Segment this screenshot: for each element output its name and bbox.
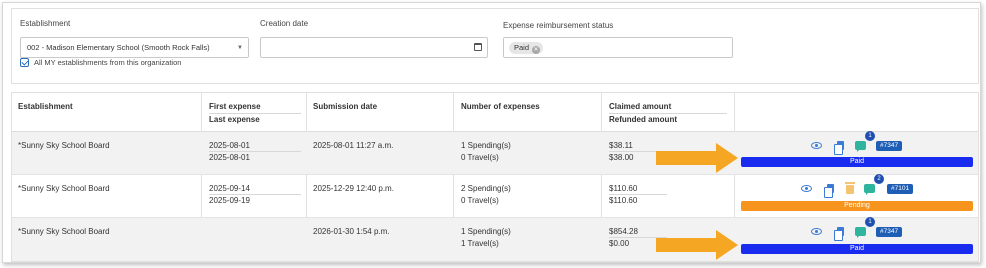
row-last-expense: 2025-08-01 xyxy=(209,153,250,162)
row-refunded-amount: $0.00 xyxy=(609,239,630,248)
creation-date-label: Creation date xyxy=(260,19,309,28)
row-establishment: *Sunny Sky School Board xyxy=(18,227,110,236)
arrow-right-icon xyxy=(656,143,738,173)
expense-claims-panel: Establishment 002 - Madison Elementary S… xyxy=(2,2,981,263)
status-badge: Paid xyxy=(741,157,973,167)
row-spendings: 1 Spending(s) xyxy=(461,227,511,236)
chat-icon[interactable] xyxy=(855,141,866,152)
filters-panel: Establishment 002 - Madison Elementary S… xyxy=(11,8,979,84)
calendar-icon[interactable] xyxy=(474,43,482,51)
row-claimed-amount: $854.28 xyxy=(609,227,638,236)
row-refunded-amount: $110.60 xyxy=(609,196,638,205)
status-badge: Paid xyxy=(741,244,973,254)
row-travels: 0 Travel(s) xyxy=(461,196,499,205)
eye-icon[interactable] xyxy=(811,142,822,149)
row-refunded-amount: $38.00 xyxy=(609,153,634,162)
chevron-down-icon: ▼ xyxy=(237,45,243,51)
reference-badge[interactable]: #7101 xyxy=(887,184,914,194)
eye-icon[interactable] xyxy=(801,185,812,192)
col-refunded-amount[interactable]: Refunded amount xyxy=(609,115,677,124)
row-submission-date: 2026-01-30 1:54 p.m. xyxy=(313,227,390,236)
copy-icon[interactable] xyxy=(824,184,834,198)
row-establishment: *Sunny Sky School Board xyxy=(18,184,110,193)
all-establishments-checkbox[interactable] xyxy=(20,58,29,67)
reference-badge[interactable]: #7347 xyxy=(876,141,903,151)
row-last-expense: 2025-09-19 xyxy=(209,196,250,205)
copy-icon[interactable] xyxy=(834,141,844,155)
row-submission-date: 2025-08-01 11:27 a.m. xyxy=(313,141,394,150)
chat-icon[interactable] xyxy=(855,227,866,238)
close-icon[interactable]: ✕ xyxy=(532,46,541,54)
message-count-badge: 2 xyxy=(874,174,884,184)
establishment-select-value: 002 - Madison Elementary School (Smooth … xyxy=(27,43,210,52)
header-divider xyxy=(209,113,301,114)
cell-divider xyxy=(209,151,301,152)
row-claimed-amount: $110.60 xyxy=(609,184,638,193)
row-travels: 0 Travel(s) xyxy=(461,153,499,162)
row-submission-date: 2025-12-29 12:40 p.m. xyxy=(313,184,394,193)
reimbursement-status-label: Expense reimbursement status xyxy=(503,21,614,30)
eye-icon[interactable] xyxy=(811,228,822,235)
creation-date-input[interactable] xyxy=(260,37,488,58)
table-row[interactable]: *Sunny Sky School Board 2025-08-01 2025-… xyxy=(12,131,978,175)
row-first-expense: 2025-08-01 xyxy=(209,141,250,150)
chat-icon[interactable] xyxy=(864,184,875,195)
arrow-right-icon xyxy=(656,230,738,260)
header-divider xyxy=(609,113,727,114)
cell-divider xyxy=(609,194,667,195)
table-row[interactable]: *Sunny Sky School Board 2025-09-14 2025-… xyxy=(12,174,978,218)
trash-icon[interactable] xyxy=(845,182,855,194)
row-spendings: 2 Spending(s) xyxy=(461,184,511,193)
establishment-label: Establishment xyxy=(20,19,71,28)
col-number-of-expenses[interactable]: Number of expenses xyxy=(461,102,540,111)
message-count-badge: 1 xyxy=(865,217,875,227)
row-travels: 1 Travel(s) xyxy=(461,239,499,248)
col-claimed-amount[interactable]: Claimed amount xyxy=(609,102,671,111)
col-last-expense[interactable]: Last expense xyxy=(209,115,260,124)
establishment-select[interactable]: 002 - Madison Elementary School (Smooth … xyxy=(20,37,249,58)
row-establishment: *Sunny Sky School Board xyxy=(18,141,110,150)
message-count-badge: 1 xyxy=(865,131,875,141)
all-establishments-label[interactable]: All MY establishments from this organiza… xyxy=(34,58,181,67)
row-claimed-amount: $38.11 xyxy=(609,141,633,150)
col-submission-date[interactable]: Submission date xyxy=(313,102,377,111)
col-first-expense[interactable]: First expense xyxy=(209,102,261,111)
table-header: Establishment First expense Last expense… xyxy=(12,93,978,132)
expense-table: Establishment First expense Last expense… xyxy=(11,92,979,262)
status-chip-paid: Paid ✕ xyxy=(509,42,544,54)
table-row[interactable]: *Sunny Sky School Board 2026-01-30 1:54 … xyxy=(12,217,978,261)
reimbursement-status-select[interactable]: Paid ✕ xyxy=(503,37,733,58)
cell-divider xyxy=(209,194,301,195)
copy-icon[interactable] xyxy=(834,227,844,241)
row-first-expense: 2025-09-14 xyxy=(209,184,250,193)
row-spendings: 1 Spending(s) xyxy=(461,141,511,150)
col-establishment[interactable]: Establishment xyxy=(18,102,73,111)
reference-badge[interactable]: #7347 xyxy=(876,227,903,237)
status-badge: Pending xyxy=(741,201,973,211)
